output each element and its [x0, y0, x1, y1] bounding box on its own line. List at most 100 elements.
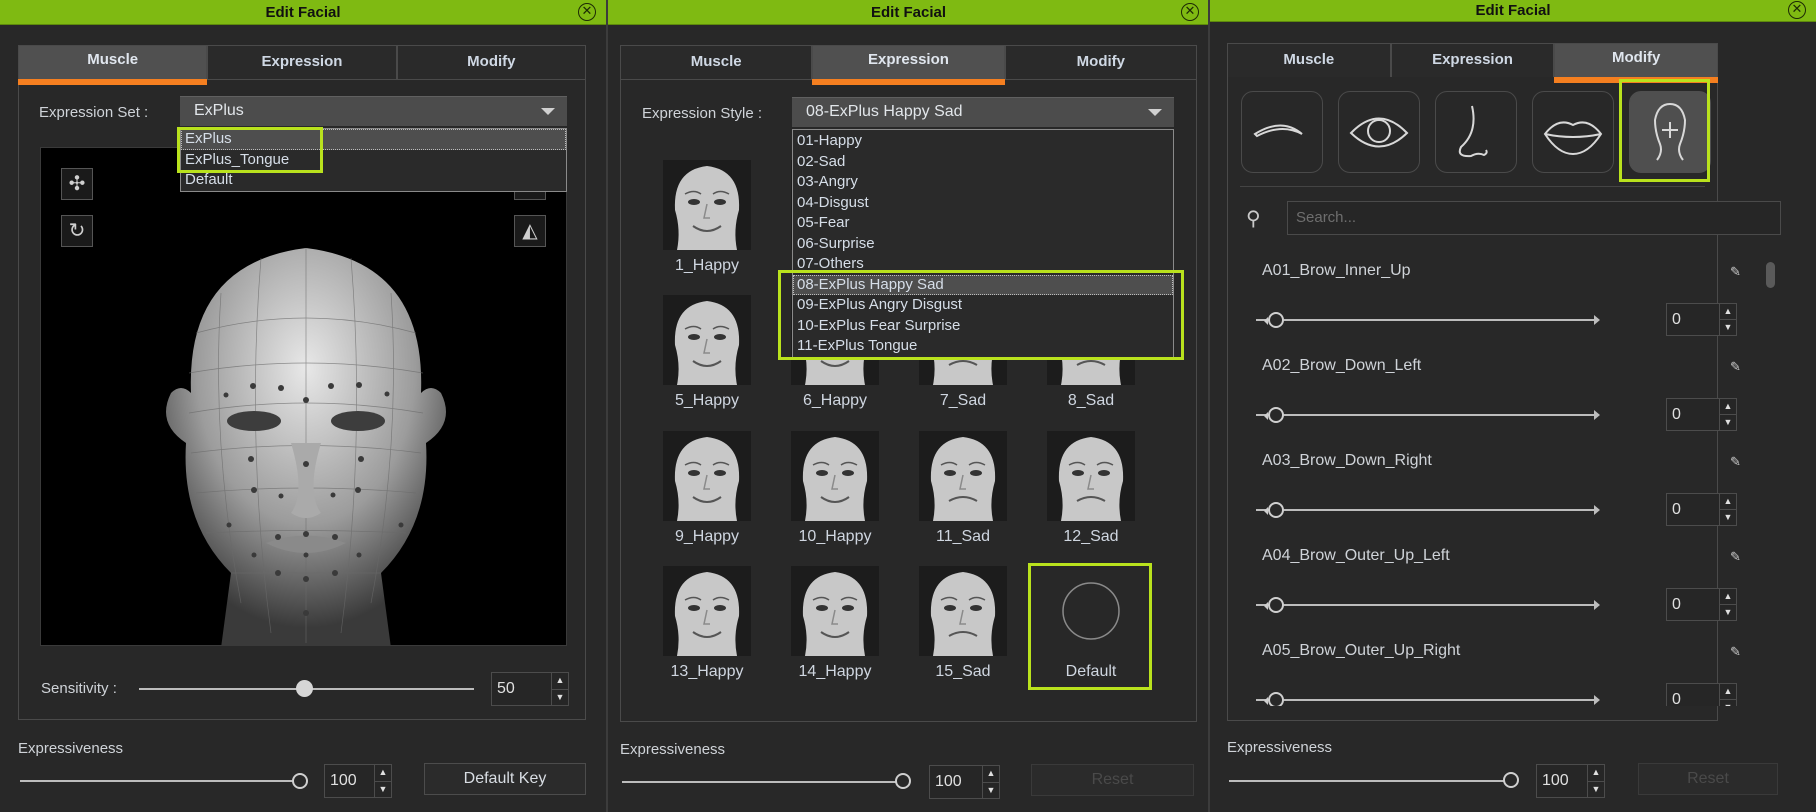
dropdown-option[interactable]: 04-Disgust: [793, 193, 1173, 214]
blendshape-value[interactable]: 0: [1667, 399, 1720, 430]
tab-expression[interactable]: Expression: [207, 45, 397, 79]
expressiveness-spinbox[interactable]: 100 ▲ ▼: [324, 764, 392, 798]
spin-down-icon[interactable]: ▼: [1720, 510, 1736, 525]
pencil-icon[interactable]: ✎: [1730, 359, 1744, 374]
panel-title: Edit Facial: [265, 4, 341, 21]
dropdown-option[interactable]: 07-Others: [793, 254, 1173, 275]
pencil-icon[interactable]: ✎: [1730, 454, 1744, 469]
blendshape-spinbox[interactable]: 0▲▼: [1666, 588, 1737, 621]
chevron-down-icon: [1148, 109, 1162, 116]
dropdown-option[interactable]: ExPlus: [181, 129, 566, 150]
dropdown-option[interactable]: 01-Happy: [793, 131, 1173, 152]
sensitivity-spinbox[interactable]: 50 ▲ ▼: [491, 672, 569, 706]
expressiveness-value[interactable]: 100: [1537, 765, 1588, 797]
blendshape-slider-handle[interactable]: [1264, 597, 1284, 613]
tab-modify[interactable]: Modify: [396, 45, 586, 79]
dropdown-option[interactable]: 08-ExPlus Happy Sad: [793, 274, 1173, 295]
spin-up-icon[interactable]: ▲: [1720, 494, 1736, 510]
spin-down-icon[interactable]: ▼: [1720, 320, 1736, 335]
blendshape-value[interactable]: 0: [1667, 684, 1720, 706]
expressiveness-slider-handle[interactable]: [1503, 772, 1519, 788]
dropdown-option[interactable]: 09-ExPlus Angry Disgust: [793, 295, 1173, 316]
tab-modify[interactable]: Modify: [1004, 45, 1197, 79]
expressiveness-slider-handle[interactable]: [895, 773, 911, 789]
spin-up-icon[interactable]: ▲: [1720, 684, 1736, 700]
expression-style-label: Expression Style :: [642, 105, 763, 122]
preset-label: 5_Happy: [674, 392, 740, 409]
spin-up-icon[interactable]: ▲: [1720, 589, 1736, 605]
spin-up-icon[interactable]: ▲: [1588, 765, 1604, 782]
expressiveness-spinbox[interactable]: 100 ▲ ▼: [1536, 764, 1605, 798]
spin-up-icon[interactable]: ▲: [983, 766, 999, 783]
spin-down-icon[interactable]: ▼: [1720, 415, 1736, 430]
spin-down-icon[interactable]: ▼: [1588, 782, 1604, 798]
spin-down-icon[interactable]: ▼: [1720, 605, 1736, 620]
expressiveness-spinbox[interactable]: 100 ▲ ▼: [929, 765, 1000, 799]
spin-down-icon[interactable]: ▼: [983, 783, 999, 799]
blendshape-slider-handle[interactable]: [1264, 502, 1284, 518]
reset-button[interactable]: Reset: [1031, 764, 1194, 796]
sensitivity-slider-handle[interactable]: [296, 680, 313, 697]
blendshape-slider-handle[interactable]: [1264, 312, 1284, 328]
expression-set-select[interactable]: ExPlus: [180, 96, 567, 126]
dropdown-option[interactable]: 10-ExPlus Fear Surprise: [793, 316, 1173, 337]
blendshape-list: A01_Brow_Inner_Up ✎ 0 ▲ ▼ A02_Brow_Down_Left ✎…: [1210, 0, 1816, 706]
panel-title: Edit Facial: [870, 4, 947, 21]
dropdown-option[interactable]: 05-Fear: [793, 213, 1173, 234]
expression-set-value: ExPlus: [194, 102, 244, 119]
pencil-icon[interactable]: ✎: [1730, 264, 1744, 279]
expression-style-select[interactable]: 08-ExPlus Happy Sad: [792, 97, 1174, 127]
mirror-icon[interactable]: ◭: [514, 215, 546, 247]
spin-up-icon[interactable]: ▲: [552, 673, 568, 690]
default-key-button[interactable]: Default Key: [424, 763, 586, 795]
spin-up-icon[interactable]: ▲: [1720, 304, 1736, 320]
spin-up-icon[interactable]: ▲: [375, 765, 391, 782]
sensitivity-value[interactable]: 50: [492, 673, 552, 705]
spin-up-icon[interactable]: ▲: [1720, 399, 1736, 415]
blendshape-value[interactable]: 0: [1667, 494, 1720, 525]
spin-down-icon[interactable]: ▼: [552, 690, 568, 706]
expressiveness-slider[interactable]: [622, 781, 902, 783]
pencil-icon[interactable]: ✎: [1730, 644, 1744, 659]
tab-muscle[interactable]: Muscle: [620, 45, 813, 79]
blendshape-spinbox[interactable]: 0▲▼: [1666, 493, 1737, 526]
expressiveness-value[interactable]: 100: [325, 765, 375, 797]
reset-button[interactable]: Reset: [1638, 763, 1778, 795]
list-scrollbar[interactable]: [1766, 262, 1775, 288]
spin-down-icon[interactable]: ▼: [375, 782, 391, 798]
rotate-view-icon[interactable]: ✣: [61, 168, 93, 200]
blendshape-spinbox[interactable]: 0▲▼: [1666, 303, 1737, 336]
close-icon[interactable]: ✕: [578, 3, 596, 21]
expressiveness-value[interactable]: 100: [930, 766, 983, 798]
reset-view-icon[interactable]: ↻: [61, 215, 93, 247]
blendshape-spinbox[interactable]: 0▲▼: [1666, 398, 1737, 431]
expressiveness-slider-handle[interactable]: [292, 773, 308, 789]
blendshape-slider[interactable]: [1256, 410, 1600, 420]
dropdown-option[interactable]: ExPlus_Tongue: [181, 150, 566, 171]
blendshape-value[interactable]: 0: [1667, 304, 1720, 335]
edit-facial-panel-muscle: Edit Facial ✕ Muscle Expression Modify E…: [0, 0, 606, 812]
blendshape-slider[interactable]: [1256, 695, 1600, 705]
expression-style-dropdown: 01-Happy 02-Sad 03-Angry 04-Disgust 05-F…: [792, 129, 1174, 358]
blendshape-slider[interactable]: [1256, 315, 1600, 325]
tab-muscle[interactable]: Muscle: [18, 45, 208, 85]
blendshape-slider[interactable]: [1256, 505, 1600, 515]
blendshape-slider-handle[interactable]: [1264, 407, 1284, 423]
expressiveness-slider[interactable]: [1229, 780, 1509, 782]
pencil-icon[interactable]: ✎: [1730, 549, 1744, 564]
blendshape-slider[interactable]: [1256, 600, 1600, 610]
tab-expression[interactable]: Expression: [812, 45, 1005, 85]
expressiveness-slider[interactable]: [20, 780, 300, 782]
blendshape-spinbox[interactable]: 0▲▼: [1666, 683, 1737, 706]
dropdown-option[interactable]: 11-ExPlus Tongue: [793, 336, 1173, 357]
blendshape-name: A05_Brow_Outer_Up_Right: [1262, 642, 1461, 659]
spin-down-icon[interactable]: ▼: [1720, 700, 1736, 706]
face-viewport[interactable]: Solo Feature Selection ✣ ↻ ◭: [40, 147, 567, 646]
dropdown-option[interactable]: 03-Angry: [793, 172, 1173, 193]
dropdown-option[interactable]: 02-Sad: [793, 152, 1173, 173]
dropdown-option[interactable]: Default: [181, 170, 566, 191]
blendshape-slider-handle[interactable]: [1264, 692, 1284, 706]
blendshape-value[interactable]: 0: [1667, 589, 1720, 620]
dropdown-option[interactable]: 06-Surprise: [793, 234, 1173, 255]
close-icon[interactable]: ✕: [1181, 3, 1199, 21]
